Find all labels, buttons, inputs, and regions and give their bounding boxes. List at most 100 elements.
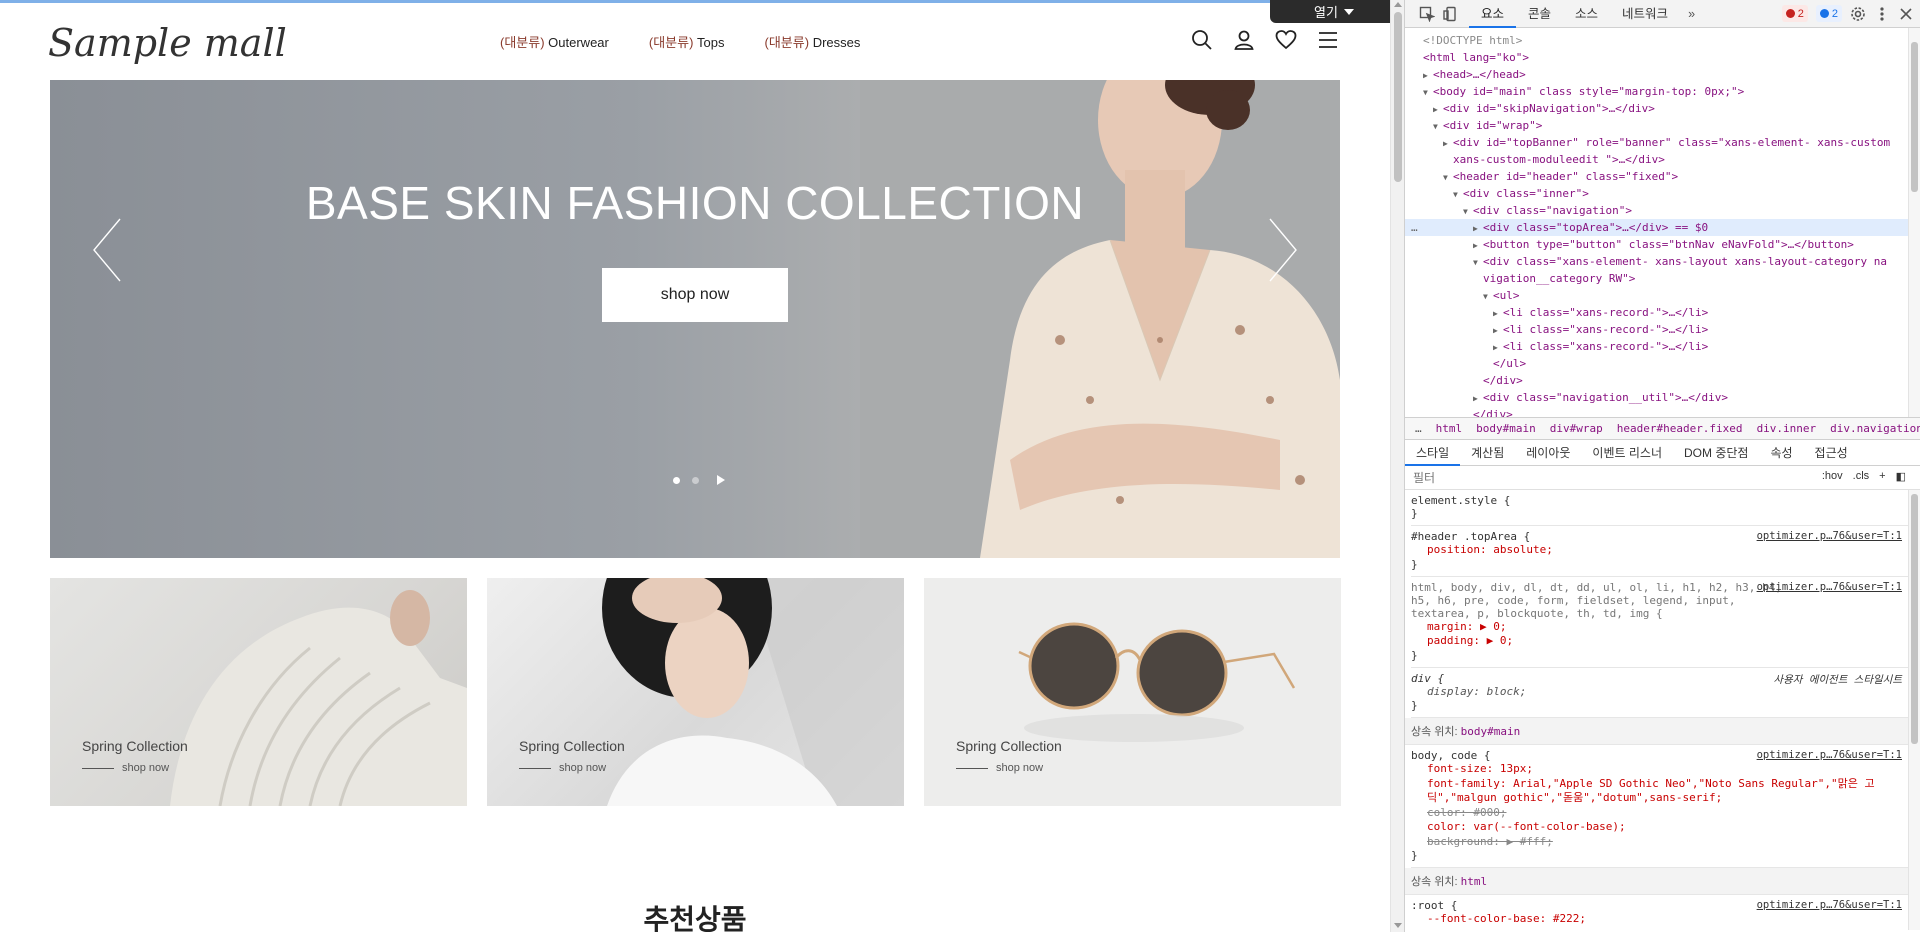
- dom-node[interactable]: <!DOCTYPE html>: [1405, 32, 1920, 49]
- banner-shop-link[interactable]: shop now: [82, 762, 169, 774]
- dom-node[interactable]: ▼ <header id="header" class="fixed">: [1405, 168, 1920, 185]
- rule-declaration[interactable]: --font-color-base: #222;: [1411, 912, 1920, 927]
- style-rule-element[interactable]: element.style { }: [1411, 490, 1920, 526]
- collapse-triangle-icon[interactable]: ▶: [1473, 390, 1483, 406]
- scroll-up-arrow-icon[interactable]: [1394, 2, 1402, 7]
- banner-card[interactable]: Spring Collection shop now: [924, 578, 1341, 806]
- tab-console[interactable]: 콘솔: [1516, 0, 1563, 28]
- breadcrumb-item[interactable]: div.inner: [1757, 422, 1817, 435]
- breadcrumb-item[interactable]: div#wrap: [1550, 422, 1603, 435]
- expand-triangle-icon[interactable]: ▼: [1483, 288, 1493, 304]
- dom-node[interactable]: ▶ <button type="button" class="btnNav eNa…: [1405, 236, 1920, 253]
- rule-declaration[interactable]: padding: ▶ 0;: [1411, 634, 1920, 649]
- dom-node[interactable]: </div>: [1405, 372, 1920, 389]
- collapse-triangle-icon[interactable]: ▶: [1493, 322, 1503, 338]
- new-rule-button[interactable]: +: [1879, 470, 1885, 483]
- collapse-triangle-icon[interactable]: ▶: [1433, 101, 1443, 117]
- tab-network[interactable]: 네트워크: [1610, 0, 1680, 28]
- breadcrumb-ellipsis[interactable]: …: [1415, 422, 1422, 435]
- dom-node[interactable]: ▼ <div class="navigation">: [1405, 202, 1920, 219]
- hero-shop-now-button[interactable]: shop now: [602, 268, 788, 322]
- style-rule[interactable]: optimizer.p…76&user=T:1 :root { --font-c…: [1411, 895, 1920, 930]
- kebab-menu-icon[interactable]: [1874, 6, 1890, 22]
- nav-tops[interactable]: (대분류) Tops: [649, 32, 725, 51]
- styles-scrollbar[interactable]: [1908, 490, 1920, 930]
- search-icon[interactable]: [1190, 28, 1214, 52]
- breadcrumb-item[interactable]: body#main: [1476, 422, 1536, 435]
- dom-tree-scroll-thumb[interactable]: [1911, 42, 1918, 192]
- autoplay-play-icon[interactable]: [717, 475, 725, 485]
- rule-declaration[interactable]: color: var(--font-color-base);: [1411, 820, 1920, 835]
- rule-declaration-inactive[interactable]: background: ▶ #fff;: [1411, 835, 1920, 850]
- settings-gear-icon[interactable]: [1850, 6, 1866, 22]
- dom-node[interactable]: xans-custom-moduleedit ">…</div>: [1405, 151, 1920, 168]
- inherited-target-link[interactable]: html: [1461, 875, 1488, 888]
- collapse-triangle-icon[interactable]: ▶: [1473, 220, 1483, 236]
- slide-dot-1[interactable]: [673, 476, 680, 484]
- banner-shop-link[interactable]: shop now: [956, 762, 1043, 774]
- dom-node[interactable]: ▶ <div id="topBanner" role="banner" class…: [1405, 134, 1920, 151]
- dom-node[interactable]: ▶ <div id="skipNavigation">…</div>: [1405, 100, 1920, 117]
- menu-hamburger-icon[interactable]: [1316, 28, 1340, 52]
- dom-node[interactable]: vigation__category RW">: [1405, 270, 1920, 287]
- expand-triangle-icon[interactable]: ▼: [1473, 254, 1483, 270]
- more-tabs-button[interactable]: »: [1680, 7, 1703, 21]
- subtab-styles[interactable]: 스타일: [1405, 440, 1461, 466]
- collapse-triangle-icon[interactable]: ▶: [1493, 339, 1503, 355]
- dom-node[interactable]: ▶ <li class="xans-record-">…</li>: [1405, 321, 1920, 338]
- inspect-element-icon[interactable]: [1419, 6, 1436, 23]
- expand-triangle-icon[interactable]: ▼: [1443, 169, 1453, 185]
- dom-node[interactable]: </ul>: [1405, 355, 1920, 372]
- message-count-badge[interactable]: 2: [1815, 5, 1842, 22]
- banner-card[interactable]: Spring Collection shop now: [50, 578, 467, 806]
- collapse-triangle-icon[interactable]: ▶: [1473, 237, 1483, 253]
- toggle-sidebar-icon[interactable]: ◧: [1896, 470, 1906, 483]
- node-actions-ellipsis[interactable]: …: [1411, 219, 1418, 236]
- dom-node[interactable]: ▼ <div id="wrap">: [1405, 117, 1920, 134]
- nav-outerwear[interactable]: (대분류) Outerwear: [500, 32, 609, 51]
- expand-triangle-icon[interactable]: ▼: [1453, 186, 1463, 202]
- expand-triangle-icon[interactable]: ▼: [1463, 203, 1473, 219]
- rule-declaration-overridden[interactable]: color: #000;: [1411, 806, 1920, 821]
- dom-node[interactable]: ▶ <head>…</head>: [1405, 66, 1920, 83]
- dom-node[interactable]: ▶ <div class="navigation__util">…</div>: [1405, 389, 1920, 406]
- rule-source-link[interactable]: optimizer.p…76&user=T:1: [1757, 530, 1902, 542]
- rule-declaration[interactable]: position: absolute;: [1411, 543, 1920, 558]
- style-rule[interactable]: optimizer.p…76&user=T:1 #header .topArea…: [1411, 526, 1920, 577]
- tab-elements[interactable]: 요소: [1469, 0, 1517, 28]
- account-icon[interactable]: [1232, 28, 1256, 52]
- nav-dresses[interactable]: (대분류) Dresses: [765, 32, 861, 51]
- hero-prev-arrow-icon[interactable]: [90, 215, 124, 285]
- breadcrumb-item[interactable]: html: [1436, 422, 1463, 435]
- error-count-badge[interactable]: 2: [1781, 5, 1808, 22]
- page-scroll-thumb[interactable]: [1394, 12, 1402, 182]
- rule-declaration[interactable]: font-family: Arial,"Apple SD Gothic Neo"…: [1411, 777, 1920, 806]
- expand-triangle-icon[interactable]: ▼: [1433, 118, 1443, 134]
- hover-state-toggle[interactable]: :hov: [1822, 470, 1843, 483]
- subtab-dom-breakpoints[interactable]: DOM 중단점: [1673, 440, 1759, 466]
- styles-scroll-thumb[interactable]: [1911, 494, 1918, 744]
- dom-tree-scrollbar[interactable]: [1908, 28, 1920, 417]
- device-toolbar-icon[interactable]: [1443, 6, 1459, 22]
- subtab-properties[interactable]: 속성: [1759, 440, 1803, 466]
- dom-node[interactable]: ▶ <li class="xans-record-">…</li>: [1405, 304, 1920, 321]
- subtab-accessibility[interactable]: 접근성: [1804, 440, 1859, 466]
- site-logo[interactable]: Sample mall: [48, 12, 288, 72]
- rule-source-link[interactable]: optimizer.p…76&user=T:1: [1757, 899, 1902, 911]
- dom-node[interactable]: <html lang="ko">: [1405, 49, 1920, 66]
- scroll-down-arrow-icon[interactable]: [1394, 923, 1402, 928]
- close-devtools-icon[interactable]: [1898, 6, 1914, 22]
- styles-filter-input[interactable]: [1413, 470, 1763, 485]
- style-rule[interactable]: optimizer.p…76&user=T:1 html, body, div,…: [1411, 577, 1920, 668]
- rule-source-link[interactable]: optimizer.p…76&user=T:1: [1757, 581, 1902, 593]
- breadcrumb-item[interactable]: div.navigation: [1830, 422, 1920, 435]
- style-rule-user-agent[interactable]: 사용자 에이전트 스타일시트 div { display: block; }: [1411, 668, 1920, 718]
- tab-sources[interactable]: 소스: [1563, 0, 1610, 28]
- banner-card[interactable]: Spring Collection shop now: [487, 578, 904, 806]
- dom-node[interactable]: ▼ <body id="main" class style="margin-top…: [1405, 83, 1920, 100]
- rule-declaration[interactable]: font-size: 13px;: [1411, 762, 1920, 777]
- dom-node[interactable]: ▼ <ul>: [1405, 287, 1920, 304]
- rule-declaration[interactable]: margin: ▶ 0;: [1411, 620, 1920, 635]
- collapse-triangle-icon[interactable]: ▶: [1493, 305, 1503, 321]
- subtab-layout[interactable]: 레이아웃: [1515, 440, 1581, 466]
